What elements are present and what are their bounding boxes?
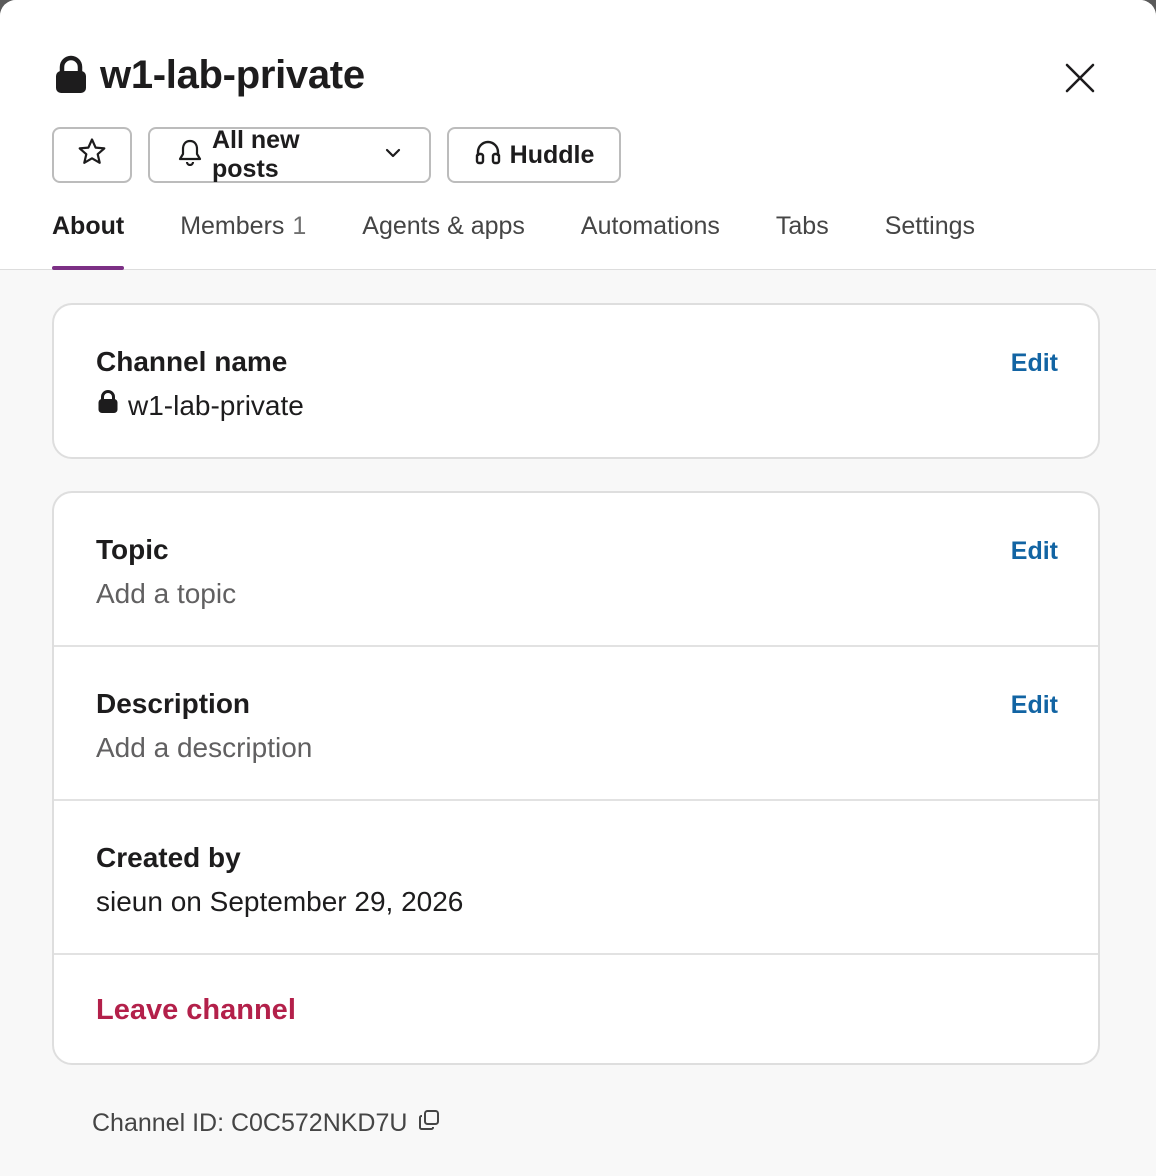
tab-label: About xyxy=(52,212,125,240)
topic-value: Add a topic xyxy=(96,578,237,609)
notifications-label: All new posts xyxy=(212,126,300,183)
members-count: 1 xyxy=(292,212,307,240)
created-by-label: Created by xyxy=(96,842,241,873)
tab-label: Agents & apps xyxy=(362,212,525,240)
modal-header: w1-lab-private All new posts Huddle Abou… xyxy=(0,0,1156,270)
close-button[interactable] xyxy=(1056,56,1104,104)
bell-icon xyxy=(176,138,204,173)
created-by-section: Created by sieun on September 29, 2026 xyxy=(54,801,1098,955)
tab-settings[interactable]: Settings xyxy=(885,212,975,270)
channel-title-row: w1-lab-private xyxy=(52,48,365,102)
tab-label: Tabs xyxy=(775,212,829,240)
channel-id-text: Channel ID: C0C572NKD7U xyxy=(92,1108,408,1137)
channel-actions: All new posts Huddle xyxy=(52,126,621,183)
channel-name-value: w1-lab-private xyxy=(96,389,1056,423)
edit-topic-link[interactable]: Edit xyxy=(1011,537,1058,566)
description-label: Description xyxy=(96,688,251,719)
channel-name-section: Channel name w1-lab-private Edit xyxy=(54,305,1098,457)
chevron-down-icon xyxy=(383,141,403,170)
tab-label: Members xyxy=(180,212,285,240)
topic-section: Topic Add a topic Edit xyxy=(54,493,1098,647)
tab-bar: About Members 1 Agents & apps Automation… xyxy=(52,212,1031,270)
headphones-icon xyxy=(474,138,502,173)
channel-name-label: Channel name xyxy=(96,346,288,377)
tab-members[interactable]: Members 1 xyxy=(180,212,306,270)
huddle-button[interactable]: Huddle xyxy=(447,127,621,183)
page-title: w1-lab-private xyxy=(100,52,365,97)
edit-description-link[interactable]: Edit xyxy=(1011,691,1058,720)
tab-tabs[interactable]: Tabs xyxy=(776,212,829,270)
description-value: Add a description xyxy=(96,732,313,763)
copy-icon[interactable] xyxy=(417,1108,441,1139)
leave-channel-button[interactable]: Leave channel xyxy=(96,993,1056,1027)
lock-icon xyxy=(52,55,90,95)
tab-label: Settings xyxy=(884,212,976,240)
tab-agents-apps[interactable]: Agents & apps xyxy=(362,212,525,270)
edit-channel-name-link[interactable]: Edit xyxy=(1011,349,1058,378)
channel-name-text: w1-lab-private xyxy=(128,390,304,421)
tab-about[interactable]: About xyxy=(52,212,125,270)
created-by-value: sieun on September 29, 2026 xyxy=(96,886,464,917)
lock-icon xyxy=(96,389,120,423)
tab-label: Automations xyxy=(580,212,720,240)
notifications-dropdown[interactable]: All new posts xyxy=(148,126,431,183)
channel-details-modal: w1-lab-private All new posts Huddle Abou… xyxy=(0,0,1156,1176)
topic-label: Topic xyxy=(96,534,169,565)
huddle-label: Huddle xyxy=(509,140,595,169)
channel-details-card: Topic Add a topic Edit Description Add a… xyxy=(52,491,1100,1065)
star-icon xyxy=(77,137,107,174)
channel-id-row: Channel ID: C0C572NKD7U xyxy=(92,1106,441,1140)
close-icon xyxy=(1064,62,1096,99)
tab-automations[interactable]: Automations xyxy=(581,212,720,270)
description-section: Description Add a description Edit xyxy=(54,647,1098,801)
channel-name-card: Channel name w1-lab-private Edit xyxy=(52,303,1100,459)
star-button[interactable] xyxy=(52,127,132,183)
leave-section: Leave channel xyxy=(54,955,1098,1063)
